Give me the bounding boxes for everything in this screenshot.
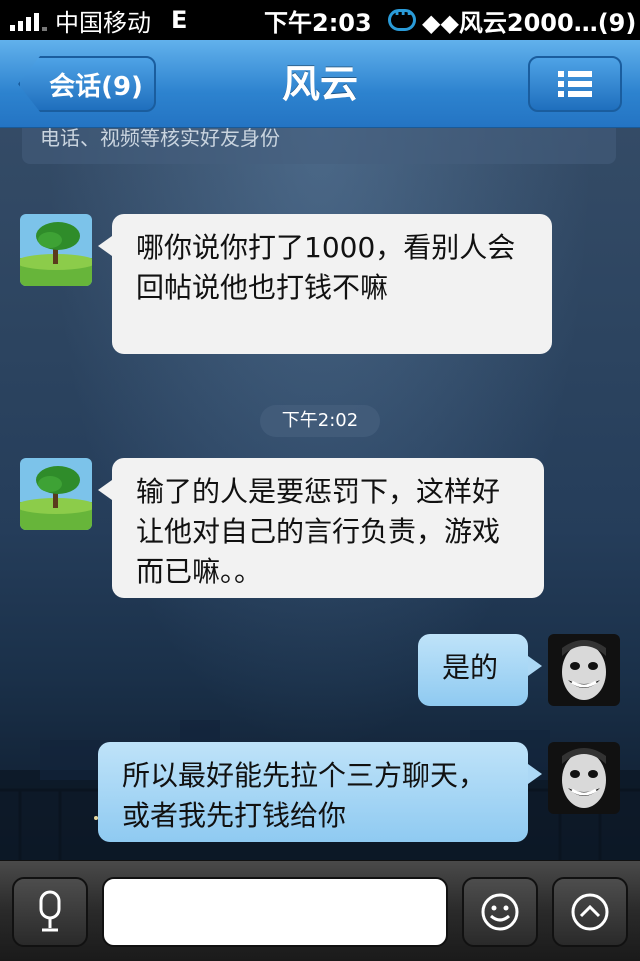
carrier-name: 中国移动 [55,8,151,37]
security-notice: 电话、视频等核实好友身份 [22,128,616,164]
time-divider: 下午2:02 [260,405,380,437]
expand-up-icon [571,893,609,931]
joker-avatar-icon [548,742,620,814]
chat-notification-icon [388,4,416,31]
tree-avatar-icon [20,214,92,286]
message-text: 输了的人是要惩罚下，这样好让他对自己的言行负责，游戏而已嘛。。 [136,475,501,588]
message-bubble-outgoing[interactable]: 是的 [418,634,542,706]
smiley-icon [481,893,519,931]
user-avatar[interactable] [548,634,620,706]
tree-avatar-icon [20,458,92,530]
message-input[interactable] [102,877,448,947]
message-text: 所以最好能先拉个三方聊天，或者我先打钱给你 [122,759,487,832]
message-bubble-outgoing[interactable]: 所以最好能先拉个三方聊天，或者我先打钱给你 [98,742,542,842]
message-bubble-incoming[interactable]: 输了的人是要惩罚下，这样好让他对自己的言行负责，游戏而已嘛。。 [98,458,544,598]
signal-strength-icon [10,9,47,31]
message-text: 哪你说你打了1000，看别人会回帖说他也打钱不嘛 [136,231,516,304]
list-icon [558,71,592,97]
input-toolbar [0,860,640,961]
contact-avatar[interactable] [20,214,92,286]
status-bar: 中国移动 E 下午2:03 ◆◆风云2000…(9) [0,0,640,40]
notification-area: ◆◆风云2000…(9) [388,3,636,38]
navigation-bar: 风云 会话(9) [0,40,640,128]
emoji-button[interactable] [462,877,538,947]
user-avatar[interactable] [548,742,620,814]
network-type: E [171,6,188,34]
back-button[interactable]: 会话(9) [18,56,156,112]
message-text: 是的 [442,651,499,684]
back-button-label: 会话(9) [49,71,143,102]
joker-avatar-icon [548,634,620,706]
voice-button[interactable] [12,877,88,947]
status-time: 下午2:03 [264,8,372,37]
chat-area[interactable]: 电话、视频等核实好友身份 哪你说你打了1000，看别人会回帖说他也打钱不嘛 下午… [0,128,640,860]
message-bubble-incoming[interactable]: 哪你说你打了1000，看别人会回帖说他也打钱不嘛 [98,214,552,354]
contact-avatar[interactable] [20,458,92,530]
menu-button[interactable] [528,56,622,112]
more-button[interactable] [552,877,628,947]
microphone-icon [39,890,61,932]
notification-text: ◆◆风云2000…(9) [422,8,637,37]
